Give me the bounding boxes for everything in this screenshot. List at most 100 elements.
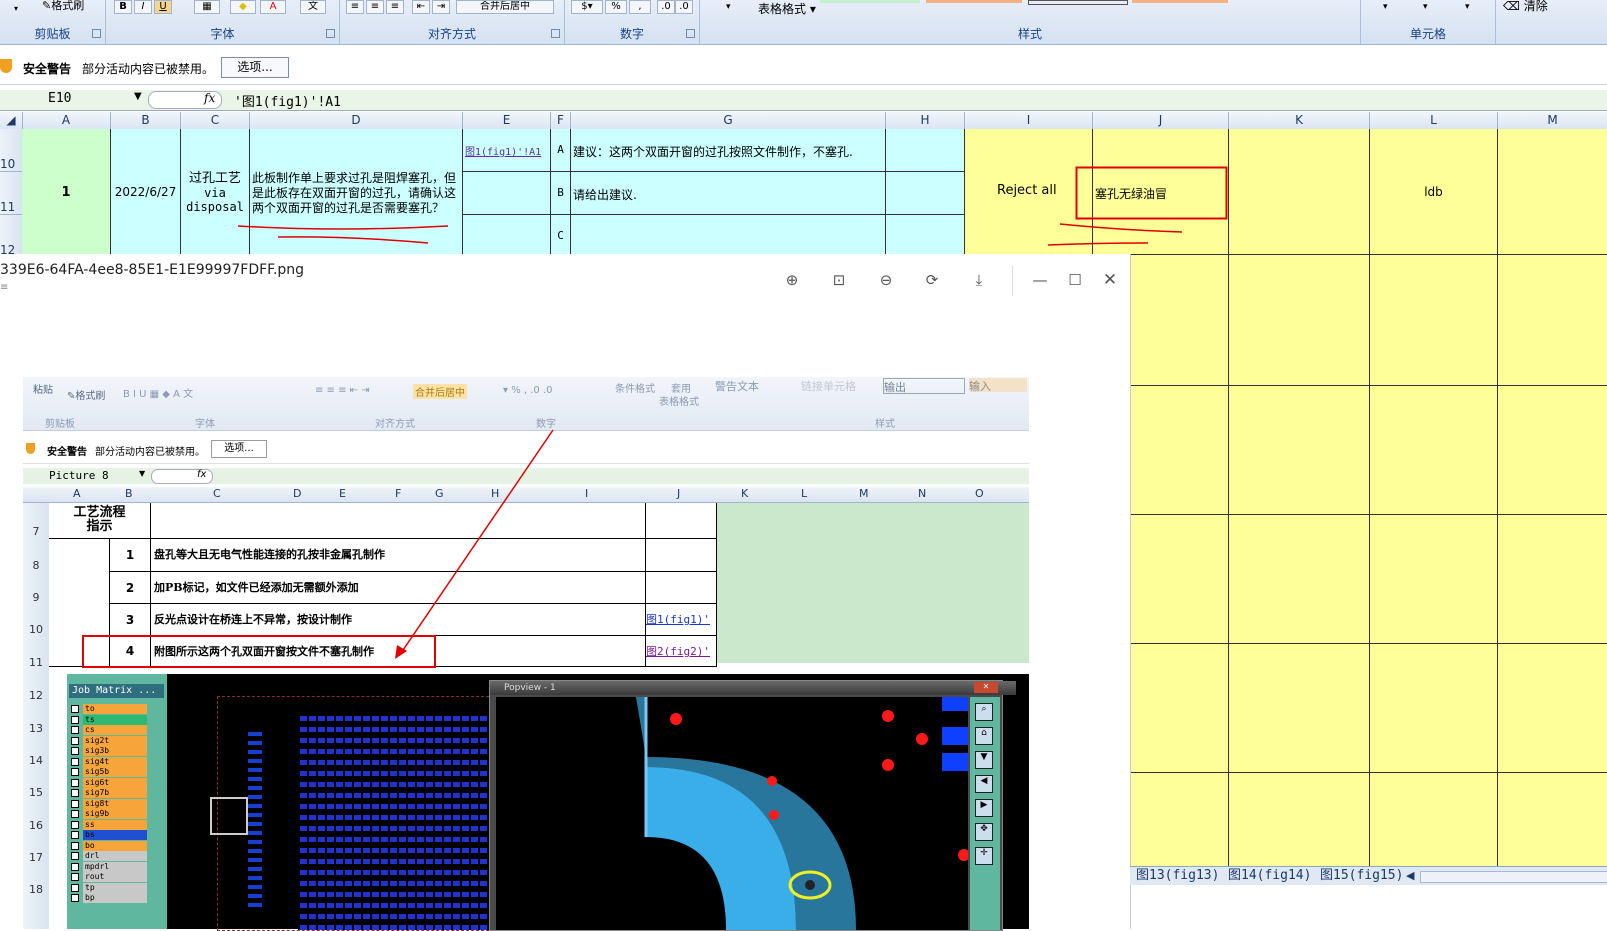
layer-name: bs bbox=[83, 830, 147, 841]
popview-canvas bbox=[496, 697, 968, 930]
inner-annotation-overlay bbox=[82, 429, 554, 668]
viewer-menu-icon[interactable]: ≡ bbox=[0, 282, 8, 293]
red-dot-3 bbox=[916, 733, 928, 745]
via-hole bbox=[805, 880, 815, 890]
layer-checkbox-icon bbox=[71, 873, 79, 882]
close-icon[interactable]: ✕ bbox=[1101, 271, 1119, 289]
layer-checkbox-icon bbox=[71, 841, 79, 850]
layer-checkbox-icon bbox=[71, 768, 79, 777]
inner-row-17: 17 bbox=[29, 851, 43, 864]
layer-checkbox-icon bbox=[71, 789, 79, 798]
sheet-tab-15[interactable]: 图15(fig15) bbox=[1320, 868, 1403, 884]
layer-name: drl bbox=[83, 851, 147, 862]
layer-name: rout bbox=[83, 872, 147, 883]
layer-name: tp bbox=[83, 882, 147, 893]
inner-highlight-box bbox=[82, 635, 436, 668]
layer-checkbox-icon bbox=[71, 810, 79, 819]
layer-row: mpdrl bbox=[71, 861, 147, 873]
layer-row: bp bbox=[71, 893, 147, 904]
layer-row: sig6t bbox=[71, 777, 147, 789]
popview-window: Popview - 1 ✕ ⌕ ⌂ ▼ ◀ ▶ ✥ ✛ bbox=[489, 680, 1016, 931]
zoom-in-icon[interactable]: ⊕ bbox=[783, 271, 801, 289]
layer-name: mpdrl bbox=[83, 861, 147, 872]
underline-mark-3 bbox=[1059, 223, 1183, 233]
inner-row-18: 18 bbox=[29, 883, 43, 896]
layer-checkbox-icon bbox=[71, 736, 79, 745]
yellow-grid-lines bbox=[1130, 255, 1607, 866]
cam-picture: Job Matrix ... to ts cs sig2t sig3b sig4t sig5… bbox=[67, 674, 1029, 931]
layer-name: bp bbox=[83, 893, 147, 904]
layer-row: sig5b bbox=[71, 767, 147, 778]
fit-icon[interactable]: ⊡ bbox=[830, 271, 848, 289]
layer-row: sig2t bbox=[71, 735, 147, 747]
layer-row: sig8t bbox=[71, 798, 147, 810]
layer-row: sig7b bbox=[71, 788, 147, 799]
red-dot-1 bbox=[670, 713, 682, 725]
layer-name: ss bbox=[83, 819, 147, 830]
layer-row: sig9b bbox=[71, 809, 147, 820]
underline-mark-2 bbox=[277, 236, 429, 244]
popview-graphic bbox=[636, 697, 968, 930]
popview-close-icon: ✕ bbox=[974, 682, 998, 693]
yellow-grid-area[interactable] bbox=[1130, 255, 1607, 866]
layer-checkbox-icon bbox=[71, 705, 79, 714]
red-dot-7 bbox=[958, 849, 968, 861]
save-icon[interactable]: ⤓ bbox=[970, 271, 988, 289]
inner-arrow-line bbox=[400, 429, 554, 654]
viewer-filename: 339E6-64FA-4ee8-85E1-E1E99997FDFF.png bbox=[0, 262, 305, 278]
layer-name: sig4t bbox=[83, 756, 147, 767]
layer-checkbox-icon bbox=[71, 852, 79, 861]
layer-checkbox-icon bbox=[71, 894, 79, 903]
toolbar-divider bbox=[1012, 266, 1013, 296]
maximize-icon[interactable]: ☐ bbox=[1066, 271, 1084, 289]
blue-pad-1 bbox=[942, 697, 968, 711]
layer-checkbox-icon bbox=[71, 799, 79, 808]
minimize-icon[interactable]: — bbox=[1031, 271, 1049, 289]
red-dot-2 bbox=[882, 710, 894, 722]
tab-scroll-icon[interactable]: ◀ bbox=[1406, 869, 1414, 882]
inner-row-14: 14 bbox=[29, 754, 43, 767]
inner-row-13: 13 bbox=[29, 722, 43, 735]
layer-name: to bbox=[83, 704, 147, 715]
inner-row-16: 16 bbox=[29, 819, 43, 832]
red-dot-5 bbox=[767, 776, 777, 786]
popview-tool-right-icon: ▶ bbox=[975, 799, 993, 817]
layer-row: sig3b bbox=[71, 746, 147, 757]
rotate-icon[interactable]: ⟳ bbox=[923, 271, 941, 289]
inner-row-12: 12 bbox=[29, 689, 43, 702]
layer-row: bs bbox=[71, 830, 147, 841]
sheet-tab-13[interactable]: 图13(fig13) bbox=[1136, 868, 1219, 884]
layer-checkbox-icon bbox=[71, 862, 79, 871]
popview-tool-left-icon: ◀ bbox=[975, 775, 993, 793]
zoom-out-icon[interactable]: ⊖ bbox=[877, 271, 895, 289]
layer-row: tp bbox=[71, 882, 147, 894]
underline-mark-1 bbox=[237, 225, 449, 230]
popview-tool-home-icon: ⌂ bbox=[975, 727, 993, 745]
popview-tool-fit-icon: ✥ bbox=[975, 823, 993, 841]
pcb-pads bbox=[298, 715, 498, 930]
layer-checkbox-icon bbox=[71, 831, 79, 840]
sheet-tab-14[interactable]: 图14(fig14) bbox=[1228, 868, 1311, 884]
layer-checkbox-icon bbox=[71, 778, 79, 787]
horizontal-scrollbar[interactable] bbox=[1420, 871, 1607, 883]
layer-checkbox-icon bbox=[71, 747, 79, 756]
blue-pad-2 bbox=[942, 727, 968, 745]
popview-tool-zoom-icon: ⌕ bbox=[975, 703, 993, 721]
highlight-box-reply bbox=[1075, 166, 1228, 220]
zoom-source-box bbox=[210, 797, 248, 835]
layer-name: ts bbox=[83, 714, 147, 725]
layer-name: bo bbox=[83, 840, 147, 851]
layer-row: drl bbox=[71, 851, 147, 862]
embedded-screenshot: 粘贴 ✎格式刷 B I U ▦ ◆ A 文 ≡ ≡ ≡ ⇤ ⇥ 合并后居中 ▾ … bbox=[23, 377, 1029, 931]
layer-checkbox-icon bbox=[71, 715, 79, 724]
layer-row: to bbox=[71, 704, 147, 715]
layer-name: sig2t bbox=[83, 735, 147, 746]
job-matrix-title: Job Matrix ... bbox=[69, 684, 164, 698]
popview-toolbar: ⌕ ⌂ ▼ ◀ ▶ ✥ ✛ bbox=[970, 697, 1000, 930]
layer-list: to ts cs sig2t sig3b sig4t sig5b sig6t sig7b sig8… bbox=[71, 704, 147, 904]
layer-checkbox-icon bbox=[71, 820, 79, 829]
layer-name: sig9b bbox=[83, 809, 147, 820]
red-dot-6 bbox=[769, 810, 779, 820]
blue-pad-3 bbox=[942, 753, 968, 771]
annotation-overlay bbox=[237, 166, 1228, 246]
